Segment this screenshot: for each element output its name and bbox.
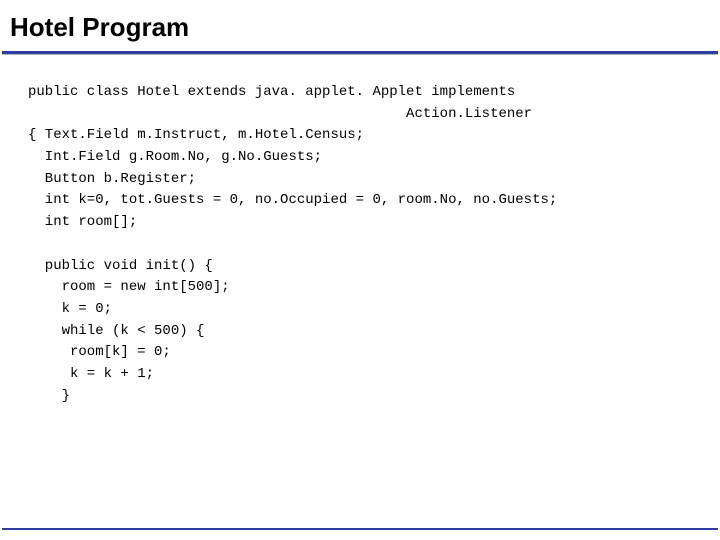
code-line: room = new int[500]; [28,279,230,295]
code-line: public void init() { [28,258,213,274]
code-line: Int.Field g.Room.No, g.No.Guests; [28,149,322,165]
code-line: Action.Listener [28,106,532,122]
code-line: while (k < 500) { [28,323,204,339]
code-line: int room[]; [28,214,137,230]
code-line: k = 0; [28,301,112,317]
code-block: public class Hotel extends java. applet.… [0,54,720,407]
slide: Hotel Program public class Hotel extends… [0,0,720,540]
code-line: public class Hotel extends java. applet.… [28,84,515,100]
code-line: room[k] = 0; [28,344,171,360]
code-line: int k=0, tot.Guests = 0, no.Occupied = 0… [28,192,557,208]
code-line: k = k + 1; [28,366,154,382]
code-line: { Text.Field m.Instruct, m.Hotel.Census; [28,127,364,143]
code-line: } [28,388,70,404]
bottom-divider [2,528,718,530]
slide-title: Hotel Program [0,0,720,49]
code-line: Button b.Register; [28,171,196,187]
